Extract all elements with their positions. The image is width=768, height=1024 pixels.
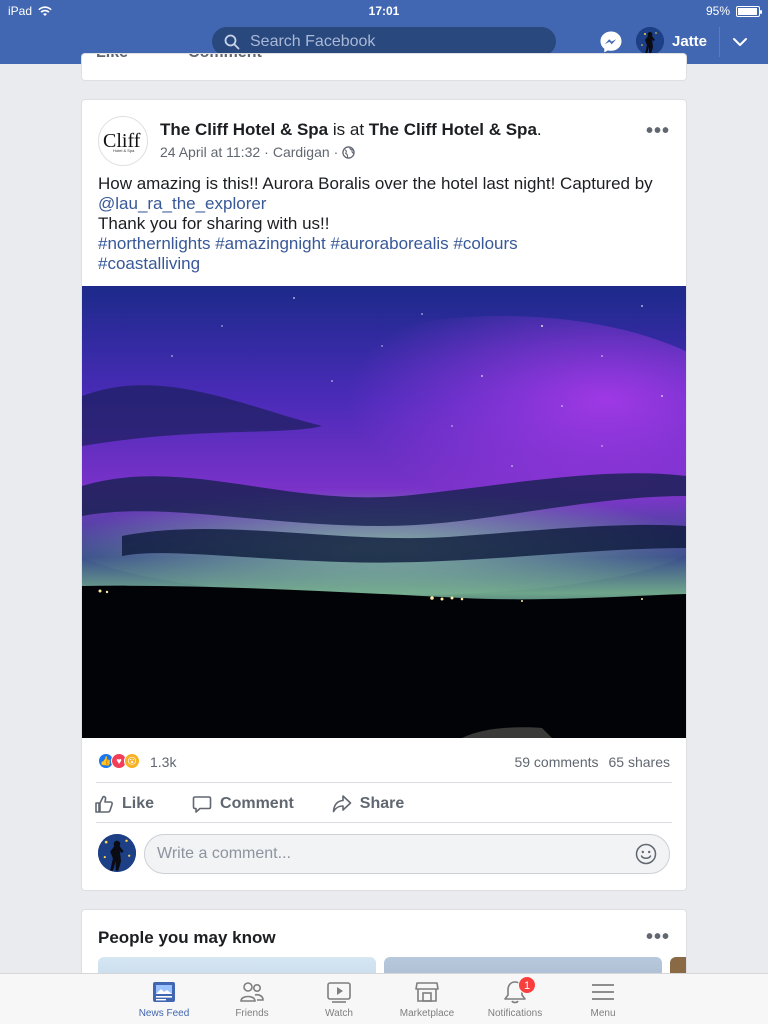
previous-comment-button[interactable]: Comment — [188, 54, 262, 62]
divider — [96, 782, 672, 783]
news-feed-icon — [153, 982, 175, 1002]
tab-marketplace[interactable]: Marketplace — [382, 980, 472, 1019]
pymk-title: People you may know — [98, 928, 276, 947]
post-photo-aurora[interactable] — [82, 286, 686, 738]
page-logo-subtext: Hotel & Spa — [113, 148, 135, 153]
post-actions: Like Comment Share — [94, 788, 404, 820]
search-icon — [224, 34, 240, 49]
tab-menu[interactable]: Menu — [558, 980, 648, 1019]
status-time: 17:01 — [368, 4, 400, 18]
comment-input[interactable] — [157, 845, 617, 863]
bottom-tab-bar: News Feed Friends Watch Marketplace 1 No… — [0, 973, 768, 1024]
hashtag-link[interactable]: #coastalliving — [98, 254, 200, 273]
emoji-icon[interactable] — [635, 843, 657, 865]
tab-label: Friends — [235, 1008, 269, 1019]
tab-label: News Feed — [138, 1008, 190, 1019]
tab-friends[interactable]: Friends — [207, 980, 297, 1019]
avatar — [636, 27, 664, 55]
is-at-text: is at — [332, 120, 365, 139]
share-icon — [332, 795, 352, 813]
user-name: Jatte — [672, 32, 708, 50]
tab-watch[interactable]: Watch — [294, 980, 384, 1019]
hashtag-link[interactable]: #northernlights — [98, 234, 210, 253]
share-button[interactable]: Share — [332, 794, 404, 814]
comments-count-link[interactable]: 59 comments — [514, 754, 598, 770]
friends-icon — [240, 982, 264, 1002]
tab-label: Marketplace — [399, 1008, 455, 1019]
reaction-summary[interactable]: 👍 ♥ 😮 1.3k 59 comments 65 shares — [98, 751, 670, 773]
status-bar: iPad 17:01 95% — [0, 0, 768, 22]
share-label: Share — [359, 795, 405, 812]
marketplace-icon — [415, 982, 439, 1002]
post-text-line2: Thank you for sharing with us!! — [98, 214, 330, 233]
search-input[interactable] — [250, 32, 540, 51]
page-name-link[interactable]: The Cliff Hotel & Spa — [160, 120, 328, 139]
post-place[interactable]: Cardigan — [273, 144, 330, 160]
notification-badge: 1 — [518, 976, 536, 994]
chevron-down-icon[interactable] — [732, 34, 748, 50]
battery-percent: 95% — [705, 4, 730, 18]
search-bar[interactable] — [212, 27, 556, 56]
comment-box[interactable] — [144, 834, 670, 874]
comment-icon — [192, 796, 212, 813]
hashtag-link[interactable]: #colours — [453, 234, 517, 253]
divider — [96, 822, 672, 823]
comment-label: Comment — [220, 795, 294, 812]
menu-icon — [592, 984, 614, 1000]
location-link[interactable]: The Cliff Hotel & Spa — [369, 120, 537, 139]
pymk-options-button[interactable]: ••• — [646, 927, 670, 947]
like-label: Like — [122, 795, 155, 812]
thumbs-up-icon — [95, 795, 113, 813]
post-options-button[interactable]: ••• — [646, 121, 670, 141]
tab-label: Menu — [590, 1008, 616, 1019]
post-text: How amazing is this!! Aurora Boralis ove… — [98, 174, 678, 274]
comment-composer — [98, 833, 670, 875]
meta-separator: · — [333, 144, 339, 160]
tab-label: Notifications — [487, 1008, 543, 1019]
comment-button[interactable]: Comment — [192, 794, 294, 814]
hashtag-link[interactable]: #amazingnight — [215, 234, 326, 253]
mention-link[interactable]: @lau_ra_the_explorer — [98, 194, 266, 213]
wow-reaction-icon: 😮 — [124, 753, 140, 769]
avatar[interactable] — [98, 834, 136, 872]
messenger-icon[interactable] — [599, 30, 623, 54]
tab-news-feed[interactable]: News Feed — [119, 980, 209, 1019]
location-suffix: . — [536, 120, 542, 139]
battery-icon — [736, 5, 762, 17]
post-header: Cliff Hotel & Spa The Cliff Hotel & Spa … — [98, 116, 670, 170]
tab-label: Watch — [325, 1008, 353, 1019]
like-button[interactable]: Like — [94, 794, 154, 814]
profile-shortcut[interactable]: Jatte — [636, 27, 707, 55]
header-divider — [719, 27, 720, 57]
post-meta: 24 April at 11:32 · Cardigan · — [160, 144, 356, 160]
meta-separator: · — [264, 144, 269, 160]
reaction-count: 1.3k — [150, 754, 177, 770]
tab-notifications[interactable]: 1 Notifications — [470, 976, 560, 1019]
post-timestamp[interactable]: 24 April at 11:32 — [160, 144, 260, 160]
shares-count-link[interactable]: 65 shares — [609, 754, 670, 770]
hashtag-link[interactable]: #auroraborealis — [331, 234, 449, 253]
post-text-line1: How amazing is this!! Aurora Boralis ove… — [98, 174, 653, 193]
globe-icon — [342, 145, 356, 159]
previous-like-button[interactable]: Like — [96, 54, 128, 62]
previous-post-card: Like Comment — [82, 54, 686, 80]
page-logo[interactable]: Cliff Hotel & Spa — [98, 116, 148, 166]
post-author-line: The Cliff Hotel & Spa is at The Cliff Ho… — [160, 120, 542, 140]
watch-icon — [327, 982, 351, 1003]
post-card: Cliff Hotel & Spa The Cliff Hotel & Spa … — [82, 100, 686, 890]
